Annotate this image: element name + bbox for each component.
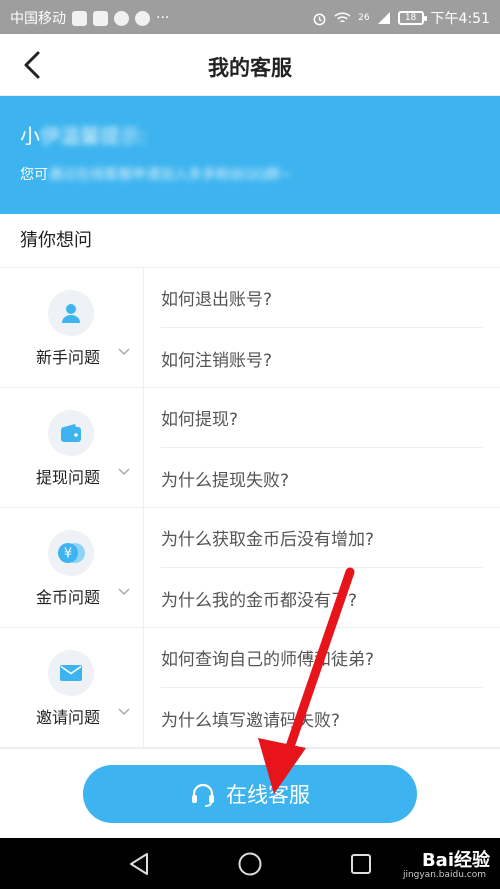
headset-icon (192, 783, 214, 807)
bottom-action-bar: 在线客服 (0, 748, 500, 838)
nav-home-button[interactable] (236, 850, 264, 878)
category-icon-circle (48, 410, 94, 456)
nav-recents-button[interactable] (347, 850, 375, 878)
faq-category-coins[interactable]: ¥ 金币问题 (0, 508, 144, 628)
circle-home-icon (238, 852, 262, 876)
status-right: 26 18 下午4:51 (312, 8, 490, 28)
battery-level: 18 (404, 13, 417, 23)
faq-category-row: ¥ 金币问题 为什么获取金币后没有增加? 为什么我的金币都没有了? (0, 508, 500, 628)
banner-subtitle-blurred: 通过在线客服申请加入多多粉丝QQ群~ (48, 167, 292, 183)
banner-title-blurred: 伊温馨提示: (40, 124, 147, 148)
faq-question[interactable]: 为什么我的金币都没有了? (161, 568, 483, 628)
user-icon (62, 304, 80, 323)
system-nav-bar: Bai经验 jingyan.baidu.com (0, 838, 500, 889)
faq-question[interactable]: 为什么提现失败? (161, 448, 483, 508)
category-icon-circle: ¥ (48, 530, 94, 576)
status-left: 中国移动 ··· (10, 8, 169, 28)
banner-subtitle: 您可通过在线客服申请加入多多粉丝QQ群~ (20, 164, 292, 184)
chevron-down-icon (118, 588, 130, 596)
chat-notification-icon (114, 10, 129, 26)
app-header: 我的客服 (0, 34, 500, 96)
faq-question[interactable]: 如何注销账号? (161, 328, 483, 388)
faq-list: 新手问题 如何退出账号? 如何注销账号? 提现问题 如何提现? 为什么提现失败?… (0, 268, 500, 748)
signal-label: 26 (358, 13, 370, 23)
faq-category-newbie[interactable]: 新手问题 (0, 268, 144, 388)
chevron-down-icon (118, 468, 130, 476)
online-service-label: 在线客服 (226, 783, 310, 807)
banner-subtitle-text: 您可 (20, 167, 48, 183)
chevron-down-icon (118, 348, 130, 356)
faq-category-row: 邀请问题 如何查询自己的师傅和徒弟? 为什么填写邀请码失败? (0, 628, 500, 748)
section-title: 猜你想问 (20, 230, 92, 251)
app-notification-icon (135, 10, 150, 26)
faq-category-row: 提现问题 如何提现? 为什么提现失败? (0, 388, 500, 508)
app-notification-icon (93, 10, 108, 26)
faq-question[interactable]: 为什么填写邀请码失败? (161, 688, 483, 748)
signal-icon (377, 12, 390, 24)
category-icon-circle (48, 290, 94, 336)
mail-icon (60, 665, 82, 681)
category-label: 新手问题 (36, 348, 101, 367)
faq-question[interactable]: 如何退出账号? (161, 268, 483, 328)
category-icon-circle (48, 650, 94, 696)
square-recents-icon (351, 854, 371, 874)
watermark-url: jingyan.baidu.com (402, 870, 486, 880)
category-label: 提现问题 (36, 468, 101, 487)
clock: 下午4:51 (430, 11, 490, 27)
banner-title: 小伊温馨提示: (20, 120, 147, 149)
battery-icon: 18 (397, 11, 427, 25)
chevron-down-icon (118, 708, 130, 716)
carrier-label: 中国移动 (10, 11, 66, 27)
online-service-button[interactable]: 在线客服 (83, 765, 417, 823)
triangle-back-icon (130, 853, 148, 875)
banner-title-text: 小 (20, 124, 40, 148)
svg-text:¥: ¥ (64, 547, 72, 562)
category-label: 邀请问题 (36, 708, 101, 727)
more-notifications-icon: ··· (156, 10, 170, 26)
faq-category-invite[interactable]: 邀请问题 (0, 628, 144, 748)
coin-icon: ¥ (58, 543, 85, 563)
faq-question[interactable]: 如何提现? (161, 388, 483, 448)
nav-back-button[interactable] (125, 850, 153, 878)
notice-banner: 小伊温馨提示: 您可通过在线客服申请加入多多粉丝QQ群~ (0, 96, 500, 214)
wifi-icon (334, 12, 351, 23)
status-bar: 中国移动 ··· 26 18 下午4:51 (0, 0, 500, 34)
faq-question[interactable]: 为什么获取金币后没有增加? (161, 508, 483, 568)
watermark-logo: Bai经验 (421, 850, 490, 871)
app-notification-icon (72, 10, 87, 26)
faq-question[interactable]: 如何查询自己的师傅和徒弟? (161, 628, 483, 688)
wallet-icon (61, 424, 81, 442)
page-title: 我的客服 (208, 56, 292, 80)
alarm-icon (313, 13, 326, 25)
category-label: 金币问题 (36, 588, 101, 607)
faq-category-row: 新手问题 如何退出账号? 如何注销账号? (0, 268, 500, 388)
faq-category-withdraw[interactable]: 提现问题 (0, 388, 144, 508)
